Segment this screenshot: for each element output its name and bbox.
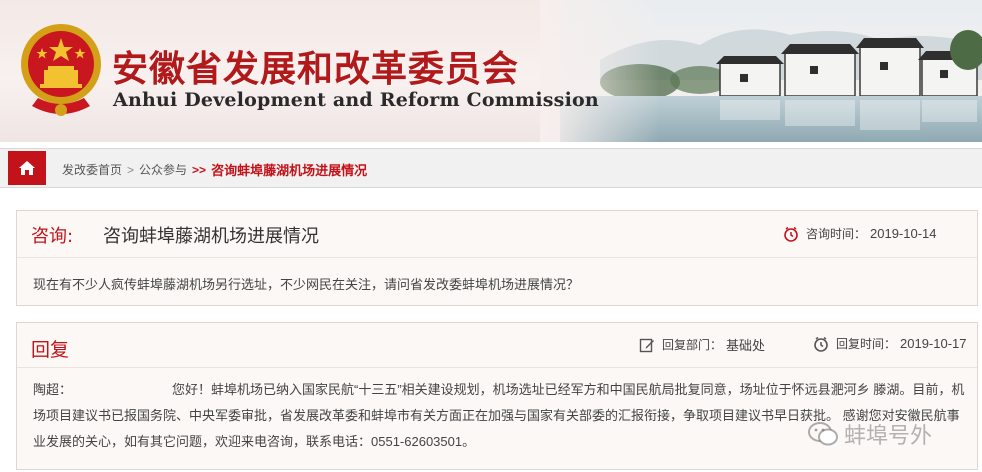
breadcrumb-link-home[interactable]: 发改委首页: [62, 161, 122, 178]
reply-time: 回复时间： 2019-10-17: [813, 335, 967, 352]
breadcrumb-separator: >: [127, 162, 135, 177]
breadcrumb: 发改委首页 > 公众参与 >> 咨询蚌埠藤湖机场进展情况: [62, 160, 367, 179]
watermark-text: 蚌埠号外: [844, 424, 933, 449]
edit-icon: [639, 337, 655, 353]
breadcrumb-link-public[interactable]: 公众参与: [139, 161, 187, 178]
site-banner: 安徽省发展和改革委员会 Anhui Development and Reform…: [0, 0, 982, 142]
question-time: 咨询时间： 2019-10-14: [783, 225, 937, 242]
question-time-label: 咨询时间：: [806, 227, 867, 241]
watermark: 蚌埠号外: [808, 418, 932, 450]
reply-recipient: 陶超：: [33, 382, 73, 397]
reply-header: 回复 回复部门： 基础处 回复时间： 2019-10-17: [17, 323, 977, 368]
reply-department: 回复部门： 基础处: [639, 335, 765, 354]
home-button[interactable]: [8, 151, 46, 185]
clock-icon: [783, 226, 799, 242]
breadcrumb-current: 咨询蚌埠藤湖机场进展情况: [211, 163, 368, 178]
reply-time-label: 回复时间：: [836, 337, 897, 351]
reply-time-value: 2019-10-17: [900, 336, 967, 351]
reply-text-line1: 您好！蚌埠机场已纳入国家民航“十三五”相关建设规划，机场选址已经军方和中国民航局…: [172, 382, 870, 397]
site-title-chinese: 安徽省发展和改革委员会: [112, 49, 520, 90]
question-label: 咨询:: [31, 226, 74, 247]
site-title-english: Anhui Development and Reform Commission: [113, 89, 599, 111]
breadcrumb-current-separator: >>: [192, 162, 207, 177]
wechat-icon: [808, 422, 838, 446]
national-emblem-icon: [21, 24, 101, 116]
reply-label: 回复: [31, 339, 70, 361]
reply-dept-value: 基础处: [726, 338, 766, 353]
home-icon: [19, 161, 35, 175]
reply-dept-label: 回复部门：: [662, 338, 723, 352]
question-body: 现在有不少人疯传蚌埠藤湖机场另行选址，不少网民在关注，请问省发改委蚌埠机场进展情…: [33, 277, 580, 292]
question-header: 咨询: 咨询蚌埠藤湖机场进展情况 咨询时间： 2019-10-14: [17, 211, 977, 258]
question-panel: 咨询: 咨询蚌埠藤湖机场进展情况 咨询时间： 2019-10-14 现在有不少人…: [16, 210, 978, 306]
question-time-value: 2019-10-14: [870, 226, 937, 241]
clock-icon: [813, 336, 829, 352]
question-title: 咨询蚌埠藤湖机场进展情况: [103, 226, 319, 247]
